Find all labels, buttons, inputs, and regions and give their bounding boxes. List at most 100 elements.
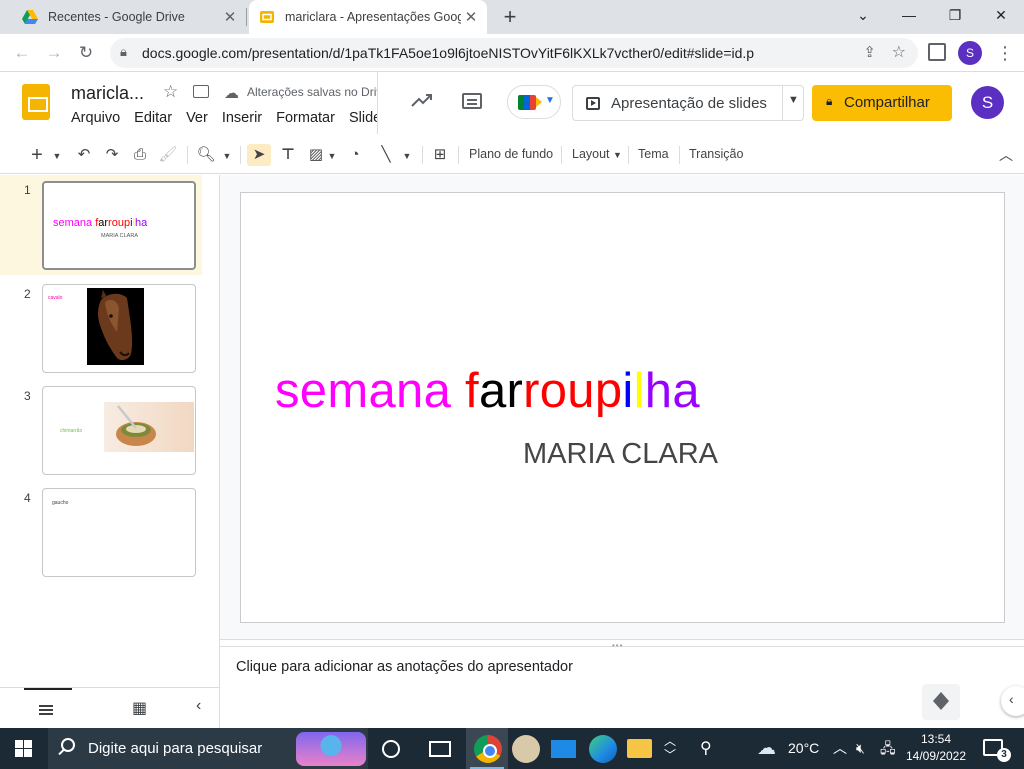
- search-highlight-illustration[interactable]: [296, 732, 366, 766]
- forward-arrow-icon[interactable]: →: [41, 40, 67, 66]
- minimize-button[interactable]: —: [886, 0, 932, 30]
- save-status[interactable]: Alterações salvas no Drive: [247, 85, 377, 99]
- tab-slides-presentation[interactable]: mariclara - Apresentações Google ✕: [249, 0, 487, 34]
- notes-resize-handle[interactable]: •••: [220, 639, 1024, 650]
- taskbar-scroll-arrows-icon[interactable]: ︿ ﹀: [664, 734, 676, 764]
- grid-view-icon[interactable]: ▦: [132, 698, 147, 718]
- menu-formatar[interactable]: Formatar: [276, 110, 335, 126]
- menu-arquivo[interactable]: Arquivo: [71, 110, 120, 126]
- menu-ver[interactable]: Ver: [186, 110, 208, 126]
- close-tab-icon[interactable]: ✕: [220, 8, 240, 26]
- restore-button[interactable]: ❐: [932, 0, 978, 30]
- collapse-filmstrip-chevron-icon[interactable]: ‹: [196, 697, 201, 715]
- system-clock[interactable]: 13:54 14/09/2022: [904, 731, 968, 765]
- lock-icon[interactable]: 🔒︎: [120, 44, 127, 60]
- slide-subtitle[interactable]: MARIA CLARA: [523, 438, 718, 471]
- slide-thumbnail[interactable]: chimarrão: [42, 386, 196, 475]
- show-side-panel-button[interactable]: ‹: [1001, 686, 1024, 716]
- select-cursor-icon[interactable]: ➤: [247, 144, 271, 166]
- undo-icon[interactable]: ↶: [74, 144, 94, 166]
- task-view-icon[interactable]: [429, 741, 451, 757]
- slide-thumbnail-row[interactable]: 4 gaucho: [0, 487, 202, 583]
- new-slide-caret-icon[interactable]: ▼: [50, 144, 64, 166]
- zoom-icon[interactable]: 🔍︎: [196, 144, 216, 166]
- browser-menu-icon[interactable]: ⋮: [996, 42, 1014, 64]
- slideshow-button[interactable]: Apresentação de slides ▼: [572, 85, 804, 121]
- paint-format-icon[interactable]: 🖌︎: [158, 144, 178, 166]
- tab-google-drive[interactable]: Recentes - Google Drive ✕: [8, 0, 246, 34]
- google-drive-icon: [22, 9, 38, 25]
- image-caret-icon[interactable]: ▼: [326, 144, 338, 166]
- account-avatar[interactable]: S: [971, 86, 1004, 119]
- file-explorer-icon[interactable]: [627, 739, 652, 758]
- layout-button[interactable]: Layout ▼: [572, 147, 622, 161]
- back-arrow-icon[interactable]: ←: [9, 40, 35, 66]
- show-hidden-icons-chevron-icon[interactable]: ︿: [833, 728, 847, 769]
- reload-icon[interactable]: ↻: [73, 40, 99, 66]
- print-icon[interactable]: ⎙: [130, 144, 150, 166]
- theme-button[interactable]: Tema: [638, 147, 669, 161]
- weather-temperature[interactable]: 20°C: [788, 728, 819, 769]
- side-panel-icon[interactable]: [928, 43, 946, 61]
- profile-avatar[interactable]: S: [958, 41, 982, 65]
- bookmark-star-icon[interactable]: ☆: [892, 42, 906, 62]
- share-page-icon[interactable]: ⇪: [863, 43, 876, 61]
- mail-icon[interactable]: [551, 740, 576, 758]
- star-icon[interactable]: ☆: [163, 82, 178, 102]
- add-comment-icon[interactable]: ⊞: [430, 144, 450, 166]
- slide-title-segment: l: [633, 364, 645, 418]
- slide-thumbnail-row[interactable]: 3 chimarrão: [0, 385, 202, 481]
- close-tab-icon[interactable]: ✕: [461, 8, 481, 26]
- background-button[interactable]: Plano de fundo: [469, 147, 553, 161]
- slide-thumbnail[interactable]: cavalo: [42, 284, 196, 373]
- new-tab-button[interactable]: +: [497, 4, 523, 30]
- document-title[interactable]: maricla...: [71, 83, 144, 104]
- new-slide-plus-icon[interactable]: +: [28, 144, 46, 166]
- chrome-icon[interactable]: [474, 735, 502, 763]
- comment-history-icon[interactable]: [462, 93, 482, 109]
- line-caret-icon[interactable]: ▼: [400, 144, 414, 166]
- share-button[interactable]: 🔒︎ Compartilhar: [812, 85, 952, 121]
- explore-button[interactable]: [922, 684, 960, 720]
- menu-slide[interactable]: Slide: [349, 110, 378, 126]
- filmstrip-view-button[interactable]: [24, 688, 72, 729]
- slide-thumbnail[interactable]: gaucho: [42, 488, 196, 577]
- tab-search-chevron-icon[interactable]: ⌄: [840, 0, 886, 30]
- close-window-button[interactable]: ✕: [978, 0, 1024, 30]
- text-box-icon[interactable]: ⊤: [278, 144, 298, 166]
- move-folder-icon[interactable]: [193, 85, 209, 98]
- cortana-icon[interactable]: [382, 740, 400, 758]
- paint-palette-icon[interactable]: [512, 735, 540, 763]
- image-icon[interactable]: ▨: [306, 144, 326, 166]
- taskbar-search-box[interactable]: Digite aqui para pesquisar: [48, 728, 368, 769]
- line-icon[interactable]: ╲: [376, 144, 396, 166]
- menu-inserir[interactable]: Inserir: [222, 110, 262, 126]
- speaker-muted-icon[interactable]: 🔇︎: [856, 728, 865, 769]
- slideshow-options-caret-icon[interactable]: ▼: [788, 94, 799, 106]
- shape-icon[interactable]: ◔: [345, 144, 365, 166]
- slide-title[interactable]: semana farroupilha: [275, 363, 700, 419]
- menu-editar[interactable]: Editar: [134, 110, 172, 126]
- url-text[interactable]: docs.google.com/presentation/d/1paTk1FA5…: [142, 45, 754, 61]
- network-icon[interactable]: 🖧︎: [880, 728, 896, 769]
- slide-title-segment: roup: [523, 364, 623, 418]
- edge-icon[interactable]: [589, 735, 617, 763]
- zoom-caret-icon[interactable]: ▼: [220, 144, 234, 166]
- slide-thumbnail-row[interactable]: 2 cavalo: [0, 283, 202, 379]
- activity-trend-icon[interactable]: [411, 92, 433, 114]
- speaker-notes-placeholder[interactable]: Clique para adicionar as anotações do ap…: [236, 659, 573, 675]
- collapse-toolbar-chevron-icon[interactable]: ︿: [996, 144, 1016, 166]
- people-icon[interactable]: ⚲: [700, 728, 712, 769]
- meet-button[interactable]: ▼: [507, 85, 561, 119]
- speaker-notes[interactable]: Clique para adicionar as anotações do ap…: [220, 647, 1024, 728]
- slide-thumbnail-row[interactable]: 1 semana farroupilha MARIA CLARA: [0, 175, 202, 275]
- slide-thumbnail[interactable]: semana farroupilha MARIA CLARA: [42, 181, 196, 270]
- toolbar-divider: [628, 146, 629, 164]
- transition-button[interactable]: Transição: [689, 147, 743, 161]
- weather-cloud-icon[interactable]: ☁︎: [757, 728, 776, 769]
- address-bar[interactable]: 🔒︎ docs.google.com/presentation/d/1paTk1…: [110, 38, 918, 68]
- redo-icon[interactable]: ↷: [102, 144, 122, 166]
- windows-start-icon[interactable]: [15, 740, 32, 757]
- notification-center-icon[interactable]: 3: [983, 739, 1011, 762]
- slide-canvas[interactable]: semana farroupilha MARIA CLARA: [240, 192, 1005, 623]
